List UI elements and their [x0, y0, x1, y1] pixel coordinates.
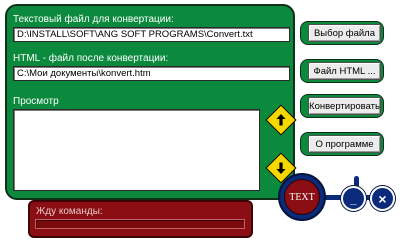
- preview-label: Просмотр: [13, 96, 59, 107]
- arrow-down-glyph: [276, 162, 286, 174]
- source-file-input[interactable]: D:\INSTALL\SOFT\ANG SOFT PROGRAMS\Conver…: [13, 27, 290, 42]
- select-file-button[interactable]: Выбор файла: [308, 24, 381, 42]
- about-button-frame: О программе: [300, 132, 384, 156]
- status-panel: Жду команды:: [28, 200, 253, 238]
- preview-area[interactable]: [13, 109, 260, 191]
- convert-button[interactable]: Конвертировать: [308, 97, 381, 115]
- output-file-input[interactable]: C:\Мои документы\konvert.htm: [13, 66, 290, 81]
- about-button[interactable]: О программе: [308, 135, 381, 153]
- convert-button-frame: Конвертировать: [300, 94, 384, 118]
- arrow-up-glyph: [276, 114, 286, 126]
- status-label: Жду команды:: [36, 206, 103, 217]
- text-button[interactable]: TEXT: [284, 179, 320, 215]
- status-progress-field: [35, 219, 245, 229]
- close-button[interactable]: ×: [370, 186, 395, 211]
- source-file-label: Текстовый файл для конвертации:: [13, 14, 174, 25]
- main-panel: Текстовый файл для конвертации: D:\INSTA…: [5, 4, 297, 200]
- select-file-button-frame: Выбор файла: [300, 21, 384, 45]
- minimize-button[interactable]: _: [341, 186, 366, 211]
- arrow-up-sign-icon[interactable]: [265, 104, 297, 136]
- html-file-button[interactable]: Файл HTML ...: [308, 62, 381, 80]
- text-button-ring: TEXT: [278, 173, 326, 221]
- html-file-button-frame: Файл HTML ...: [300, 59, 384, 83]
- output-file-label: HTML - файл после конвертации:: [13, 53, 169, 64]
